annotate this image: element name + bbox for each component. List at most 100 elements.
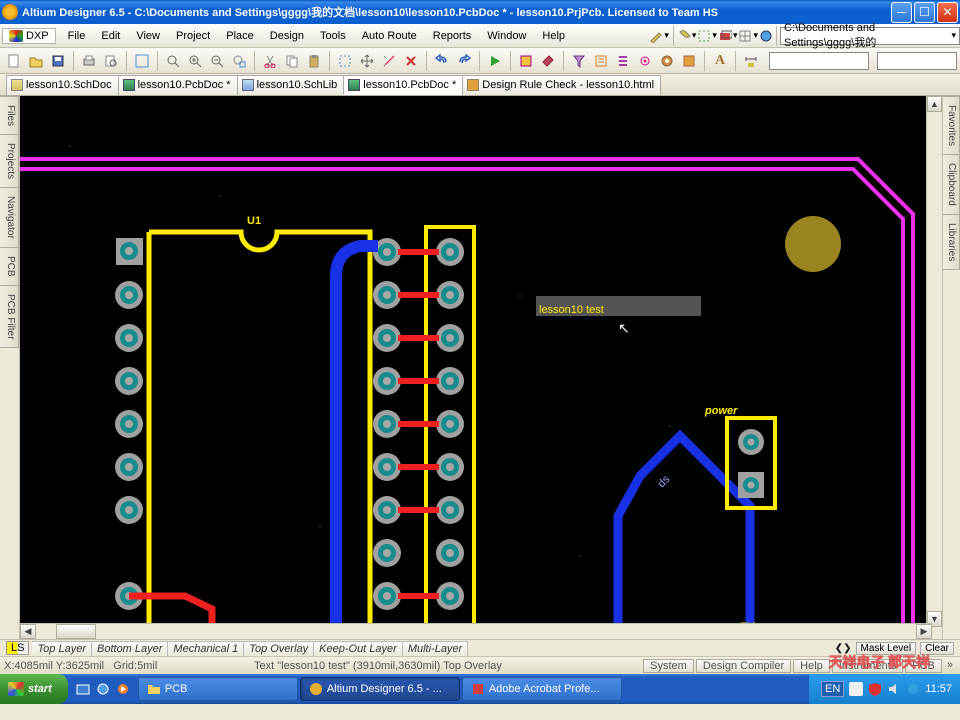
left-tab-files[interactable]: Files (0, 96, 19, 135)
layer-set-button[interactable]: LS (6, 641, 29, 655)
zoom-area-button[interactable] (132, 51, 152, 71)
tray-volume-icon[interactable] (887, 682, 901, 696)
combo-1[interactable] (769, 52, 869, 70)
minimize-button[interactable]: ─ (891, 2, 912, 23)
dimension-button[interactable] (741, 51, 761, 71)
horizontal-scrollbar[interactable]: ◀ ▶ (20, 623, 932, 639)
globe-icon[interactable] (759, 29, 773, 43)
clock[interactable]: 11:57 (925, 683, 952, 695)
layer-tab-multi[interactable]: Multi-Layer (403, 641, 468, 656)
path-dropdown[interactable]: C:\Documents and Settings\gggg\我的▾ (780, 27, 960, 45)
run-button[interactable] (485, 51, 505, 71)
tray-icon-1[interactable] (849, 682, 863, 696)
menu-file[interactable]: File (60, 27, 94, 45)
left-tab-projects[interactable]: Projects (0, 134, 19, 188)
pencil-icon[interactable] (649, 29, 663, 43)
cross-probe-button[interactable] (538, 51, 558, 71)
layer-tab-bottom[interactable]: Bottom Layer (92, 641, 168, 656)
menu-place[interactable]: Place (218, 27, 262, 45)
select-all-button[interactable] (335, 51, 355, 71)
menu-edit[interactable]: Edit (93, 27, 128, 45)
left-tab-navigator[interactable]: Navigator (0, 187, 19, 248)
tab-schdoc[interactable]: lesson10.SchDoc (6, 75, 119, 95)
zoom-fit-button[interactable] (163, 51, 183, 71)
browse-button[interactable] (516, 51, 536, 71)
layer-tab-topoverlay[interactable]: Top Overlay (244, 641, 314, 656)
scroll-thumb[interactable] (56, 624, 96, 639)
scroll-right-icon[interactable]: ▶ (916, 624, 932, 639)
ql-media-icon[interactable] (114, 679, 132, 699)
task-pcb[interactable]: PCB (138, 677, 298, 701)
menu-help[interactable]: Help (534, 27, 573, 45)
via-button[interactable] (679, 51, 699, 71)
filter-button[interactable] (569, 51, 589, 71)
select-icon[interactable] (697, 29, 711, 43)
nav-icon[interactable]: ❮❯ (835, 643, 852, 654)
list-button[interactable] (613, 51, 633, 71)
clear-button[interactable]: Clear (920, 642, 954, 655)
menu-autoroute[interactable]: Auto Route (354, 27, 425, 45)
panel-pcb-button[interactable]: PCB (905, 659, 942, 673)
delete-button[interactable] (401, 51, 421, 71)
scroll-left-icon[interactable]: ◀ (20, 624, 36, 639)
menu-view[interactable]: View (128, 27, 168, 45)
preview-button[interactable] (101, 51, 121, 71)
redo-button[interactable] (454, 51, 474, 71)
layer-icon[interactable] (718, 29, 732, 43)
move-button[interactable] (357, 51, 377, 71)
wrench-icon[interactable] (677, 29, 691, 43)
right-tab-libraries[interactable]: Libraries (943, 214, 960, 270)
left-tab-pcb[interactable]: PCB (0, 247, 19, 286)
dxp-menu[interactable]: DXP (2, 28, 56, 44)
new-button[interactable] (4, 51, 24, 71)
right-tab-favorites[interactable]: Favorites (943, 96, 960, 155)
pcb-canvas[interactable]: U1 (20, 96, 932, 627)
scroll-up-icon[interactable]: ▲ (927, 96, 942, 112)
task-altium[interactable]: Altium Designer 6.5 - ... (300, 677, 460, 701)
zoom-out-button[interactable] (207, 51, 227, 71)
pad-button[interactable] (657, 51, 677, 71)
tab-schlib[interactable]: lesson10.SchLib (237, 75, 345, 95)
text-button[interactable]: A (710, 51, 730, 71)
print-button[interactable] (79, 51, 99, 71)
copy-button[interactable] (282, 51, 302, 71)
vertical-scrollbar[interactable]: ▲ ▼ (926, 96, 942, 627)
language-indicator[interactable]: EN (821, 681, 844, 697)
place-axis-button[interactable] (379, 51, 399, 71)
layer-tab-top[interactable]: Top Layer (32, 641, 92, 656)
tab-pcbdoc-2[interactable]: lesson10.PcbDoc * (343, 75, 463, 95)
menu-project[interactable]: Project (168, 27, 218, 45)
grid-icon[interactable] (738, 29, 752, 43)
cut-button[interactable] (260, 51, 280, 71)
tray-icon-4[interactable] (906, 682, 920, 696)
zoom-sel-button[interactable] (229, 51, 249, 71)
paste-button[interactable] (304, 51, 324, 71)
panel-designcompiler-button[interactable]: Design Compiler (696, 659, 791, 673)
ql-ie-icon[interactable] (94, 679, 112, 699)
ql-showdesktop-icon[interactable] (74, 679, 92, 699)
close-button[interactable]: ✕ (937, 2, 958, 23)
layer-tab-mech1[interactable]: Mechanical 1 (168, 641, 244, 656)
panel-help-button[interactable]: Help (793, 659, 830, 673)
chevron-icon[interactable]: » (944, 659, 956, 673)
panel-instruments-button[interactable]: Instruments (832, 659, 903, 673)
save-button[interactable] (48, 51, 68, 71)
menu-tools[interactable]: Tools (312, 27, 354, 45)
properties-button[interactable] (635, 51, 655, 71)
combo-2[interactable] (877, 52, 957, 70)
tray-shield-icon[interactable] (868, 682, 882, 696)
zoom-in-button[interactable] (185, 51, 205, 71)
left-tab-pcbfilter[interactable]: PCB Filter (0, 285, 19, 349)
layer-tab-keepout[interactable]: Keep-Out Layer (314, 641, 403, 656)
tab-drc[interactable]: Design Rule Check - lesson10.html (462, 75, 661, 95)
task-acrobat[interactable]: Adobe Acrobat Profe... (462, 677, 622, 701)
open-button[interactable] (26, 51, 46, 71)
menu-design[interactable]: Design (262, 27, 312, 45)
start-button[interactable]: start (0, 674, 68, 704)
maximize-button[interactable]: ☐ (914, 2, 935, 23)
menu-window[interactable]: Window (479, 27, 534, 45)
right-tab-clipboard[interactable]: Clipboard (943, 154, 960, 215)
panel-system-button[interactable]: System (643, 659, 694, 673)
tab-pcbdoc-1[interactable]: lesson10.PcbDoc * (118, 75, 238, 95)
menu-reports[interactable]: Reports (425, 27, 480, 45)
